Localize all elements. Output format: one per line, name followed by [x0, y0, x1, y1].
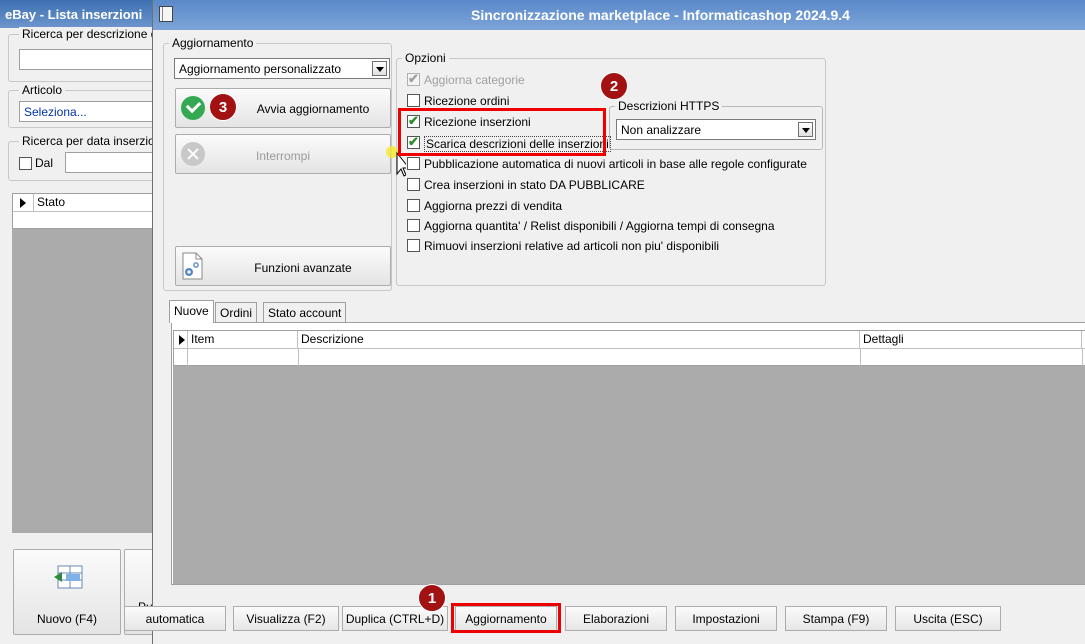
tab-stato-account[interactable]: Stato account — [263, 302, 347, 322]
avvia-aggiornamento-button[interactable]: Avvia aggiornamento — [175, 88, 391, 128]
update-mode-value: Aggiornamento personalizzato — [179, 62, 342, 76]
scarica-descrizioni-label: Scarica descrizioni delle inserzioni — [424, 136, 611, 152]
pubblicazione-automatica-label: Pubblicazione automatica di nuovi artico… — [424, 157, 807, 171]
scarica-descrizioni-checkbox[interactable] — [407, 134, 420, 150]
dal-label: Dal — [35, 156, 54, 170]
tab-nuove[interactable]: Nuove — [169, 300, 214, 323]
aggiornamento-button[interactable]: Aggiornamento — [455, 606, 557, 631]
https-value: Non analizzare — [621, 123, 702, 137]
background-grid[interactable] — [12, 193, 160, 533]
aggiorna-quantita-label: Aggiorna quantita' / Relist disponibili … — [424, 219, 775, 233]
window-title: Sincronizzazione marketplace - Informati… — [471, 7, 850, 23]
articolo-input[interactable]: Seleziona... — [19, 101, 159, 122]
grid-col-stato: Stato — [33, 194, 161, 211]
background-window-title: eBay - Lista inserzioni — [0, 0, 160, 28]
settings-document-icon — [182, 252, 203, 280]
nuovo-button-label: Nuovo (F4) — [36, 612, 98, 626]
inserzioni-grid-header: Item Descrizione Dettagli C — [173, 330, 1085, 366]
search-desc-label: Ricerca per descrizione d — [19, 27, 161, 41]
stop-icon — [181, 142, 205, 166]
https-select[interactable]: Non analizzare — [616, 119, 816, 140]
step-badge-3: 3 — [209, 93, 237, 121]
data-group: Ricerca per data inserzio Dal — [8, 134, 159, 181]
background-grid-header: Stato — [12, 193, 161, 229]
window-titlebar: Sincronizzazione marketplace - Informati… — [153, 0, 1085, 30]
automatica-button[interactable]: automatica — [124, 606, 226, 631]
inserzioni-grid[interactable] — [173, 330, 1085, 584]
aggiornamento-group-label: Aggiornamento — [169, 36, 257, 50]
background-window-body: Ricerca per descrizione d Articolo Selez… — [0, 27, 164, 644]
ricezione-inserzioni-checkbox[interactable] — [407, 113, 420, 129]
grid-col-dettagli: Dettagli — [860, 331, 1082, 348]
mouse-cursor-icon — [386, 146, 406, 177]
https-group-label: Descrizioni HTTPS — [615, 99, 723, 113]
rimuovi-inserzioni-checkbox[interactable] — [407, 239, 420, 252]
ricezione-ordini-label: Ricezione ordini — [424, 94, 510, 108]
window-icon — [159, 6, 173, 22]
nuovo-button[interactable]: Nuovo (F4) — [13, 549, 121, 635]
crea-inserzioni-checkbox[interactable] — [407, 178, 420, 191]
interrompi-label: Interrompi — [255, 149, 311, 163]
aggiorna-prezzi-label: Aggiorna prezzi di vendita — [424, 199, 563, 213]
impostazioni-button[interactable]: Impostazioni — [675, 606, 777, 631]
search-desc-group: Ricerca per descrizione d — [8, 27, 161, 82]
row-pointer-icon — [20, 198, 26, 208]
ricezione-inserzioni-label: Ricezione inserzioni — [424, 115, 531, 129]
pubblicazione-automatica-checkbox[interactable] — [407, 157, 420, 170]
stampa-button[interactable]: Stampa (F9) — [785, 606, 887, 631]
visualizza-button[interactable]: Visualizza (F2) — [233, 606, 339, 631]
update-mode-select[interactable]: Aggiornamento personalizzato — [174, 58, 390, 79]
step-badge-2: 2 — [600, 72, 628, 100]
grid-col-item: Item — [187, 331, 298, 348]
step-badge-1: 1 — [418, 584, 446, 612]
aggiorna-quantita-checkbox[interactable] — [407, 219, 420, 232]
articolo-group: Articolo Seleziona... — [8, 83, 159, 128]
articolo-label: Articolo — [19, 83, 66, 97]
uscita-button[interactable]: Uscita (ESC) — [895, 606, 1001, 631]
opzioni-group-label: Opzioni — [402, 51, 449, 65]
search-desc-input[interactable] — [19, 49, 159, 70]
data-label: Ricerca per data inserzio — [19, 134, 158, 148]
funzioni-avanzate-button[interactable]: Funzioni avanzate — [175, 246, 391, 286]
tab-panel-nuove: Item Descrizione Dettagli C — [171, 322, 1085, 585]
dal-checkbox[interactable] — [19, 157, 32, 170]
elaborazioni-button[interactable]: Elaborazioni — [565, 606, 667, 631]
grid-col-descrizione: Descrizione — [298, 331, 860, 348]
chevron-down-icon — [372, 61, 387, 76]
aggiorna-prezzi-checkbox[interactable] — [407, 199, 420, 212]
sync-window: Sincronizzazione marketplace - Informati… — [152, 0, 1085, 644]
rimuovi-inserzioni-label: Rimuovi inserzioni relative ad articoli … — [424, 239, 720, 253]
row-pointer-icon — [179, 335, 185, 345]
interrompi-button[interactable]: Interrompi — [175, 134, 391, 174]
dal-input[interactable] — [65, 152, 159, 173]
chevron-down-icon — [798, 122, 813, 137]
new-record-icon — [54, 565, 83, 589]
crea-inserzioni-label: Crea inserzioni in stato DA PUBBLICARE — [424, 178, 645, 192]
aggiorna-categorie-label: Aggiorna categorie — [424, 73, 525, 87]
ricezione-ordini-checkbox[interactable] — [407, 94, 420, 107]
funzioni-avanzate-label: Funzioni avanzate — [254, 261, 352, 275]
tab-ordini[interactable]: Ordini — [215, 302, 258, 322]
check-circle-icon — [181, 96, 205, 120]
aggiorna-categorie-checkbox[interactable] — [407, 71, 420, 87]
